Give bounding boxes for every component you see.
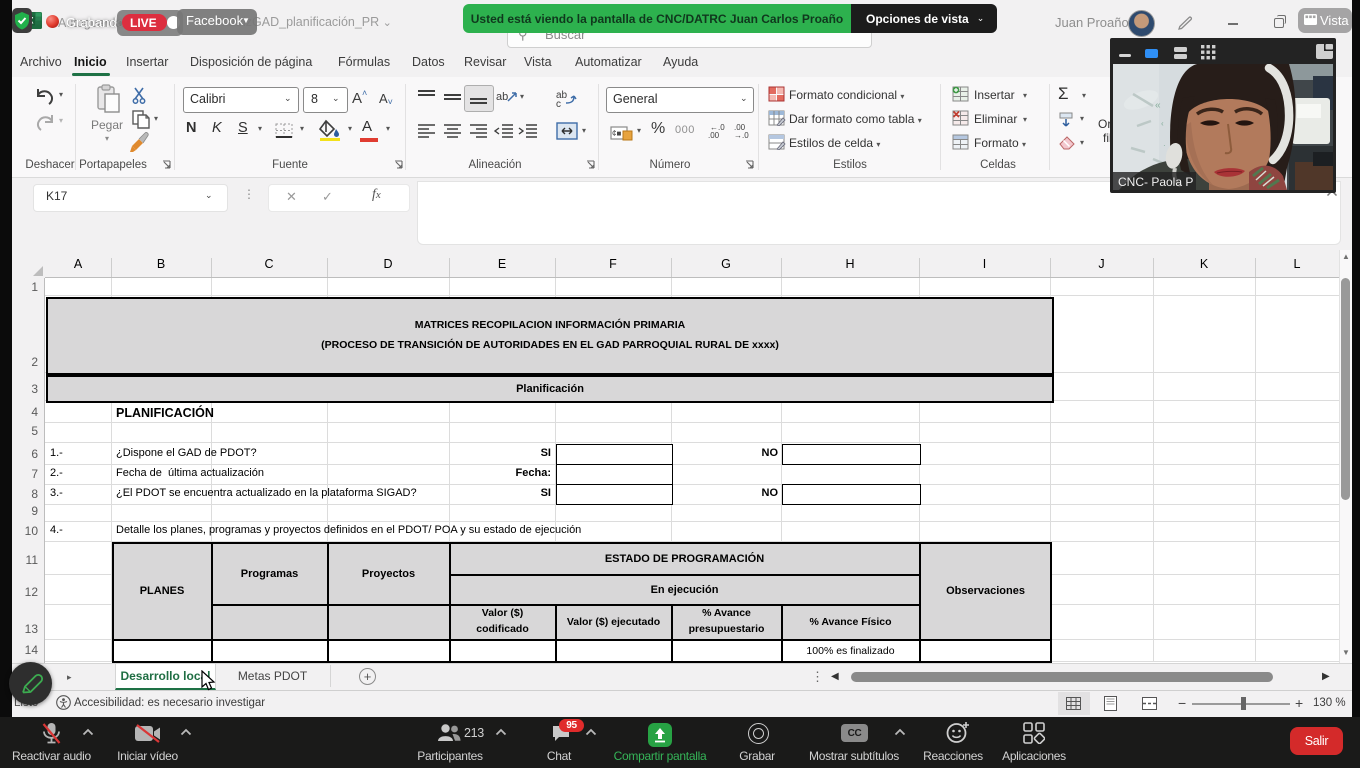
svg-text:ab: ab bbox=[496, 91, 508, 103]
svg-text:¢■: ¢■ bbox=[612, 129, 621, 138]
svg-text:‹: ‹ bbox=[1161, 119, 1164, 128]
svg-text:«: « bbox=[1155, 100, 1161, 111]
svg-text:·: · bbox=[1163, 141, 1166, 150]
svg-text:.00: .00 bbox=[708, 131, 720, 139]
svg-text:c: c bbox=[556, 99, 561, 108]
svg-text:→.0: →.0 bbox=[734, 131, 749, 139]
